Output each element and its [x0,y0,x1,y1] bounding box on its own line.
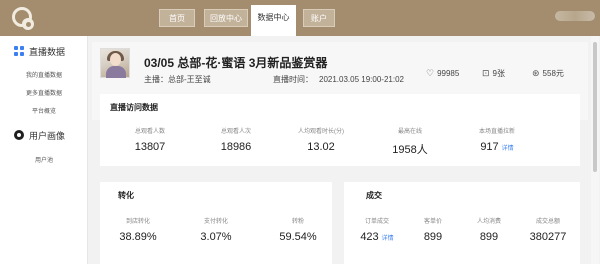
metric-value: 59.54% [279,231,317,243]
live-time-label: 直播时间： [273,75,313,84]
likes-value: 99985 [437,68,460,78]
section-title: 转化 [118,191,134,200]
orders-details-link[interactable]: 详情 [382,236,394,242]
tab-account[interactable]: 账户 [303,9,335,27]
top-nav-bar: 首页 回放中心 数据中心 账户 [0,0,600,36]
metric-new-users: 本场直播拉新 917 详情 [462,126,532,153]
metric-label: 最高在线 [397,129,422,135]
sidebar-item-user-pool[interactable]: 用户池 [0,155,88,164]
metric-total-views: 总观看人次 18986 [206,126,266,153]
metric-total-sales: 成交总额 380277 [520,216,576,243]
sidebar-section-live-data[interactable]: 直播数据 [14,44,65,58]
sidebar-item-platform-overview[interactable]: 平台概览 [0,106,88,115]
metric-value: 899 [423,231,443,243]
section-title: 直播访问数据 [110,103,158,112]
sidebar: 直播数据 我的直播数据 更多直播数据 平台概览 用户画像 用户池 [0,36,88,264]
thumbnail-body [106,66,126,78]
live-time: 直播时间： 2021.03.05 19:00-21:02 [273,74,404,85]
metric-avg-spend: 人均消费 899 [466,216,512,243]
metric-orders: 订单成交 423 详情 [352,216,402,243]
host-label: 主播：总部-王至诚 [144,75,211,84]
metric-unit-price: 客单价 899 [410,216,456,243]
sales-stat: ⊛ 558元 [532,67,564,79]
sidebar-item-more-live-data[interactable]: 更多直播数据 [0,88,88,97]
metric-value: 3.07% [200,231,232,243]
metric-label: 转粉 [291,219,304,225]
user-account-menu[interactable] [555,11,595,21]
product-icon: ⊡ [482,67,490,78]
thumbnail-face [110,53,121,66]
metric-label: 订单成交 [364,219,389,225]
brand-logo[interactable] [8,3,38,33]
heart-icon: ♡ [426,67,435,78]
sidebar-section-label: 直播数据 [29,46,66,57]
money-icon: ⊛ [532,67,540,78]
live-time-value: 2021.03.05 19:00-21:02 [319,75,404,84]
metric-value-row: 917 详情 [462,141,532,153]
sidebar-section-user-profile[interactable]: 用户画像 [14,128,65,142]
likes-stat: ♡ 99985 [426,67,459,79]
user-icon [14,130,24,140]
metric-store-conversion: 到店转化 38.89% [108,216,168,243]
products-stat: ⊡ 9张 [482,67,505,79]
live-title: 03/05 总部-花·蜜语 3月新品鉴赏器 [144,56,328,70]
new-users-details-link[interactable]: 详情 [502,146,514,152]
tab-home[interactable]: 首页 [159,9,195,27]
metric-value: 1958人 [392,144,428,156]
tab-data-center[interactable]: 数据中心 [251,5,296,36]
metric-label: 人均消费 [476,219,501,225]
metric-label: 支付转化 [203,219,228,225]
metric-label: 总观看人数 [134,129,165,135]
scrollbar-thumb[interactable] [593,42,597,172]
metric-value: 18986 [220,141,252,153]
metric-label: 到店转化 [125,219,150,225]
metric-value-row: 423 详情 [352,231,402,243]
sales-value: 558元 [542,68,564,78]
metric-fan-conversion: 转粉 59.54% [268,216,328,243]
metric-total-viewers: 总观看人数 13807 [120,126,180,153]
grid-icon [14,46,24,56]
sidebar-section-label: 用户画像 [29,130,66,141]
main-content: 03/05 总部-花·蜜语 3月新品鉴赏器 主播：总部-王至诚 直播时间： 202… [92,36,588,264]
metric-avg-watch-time: 人均观看时长(分) 13.02 [283,126,359,153]
metric-value: 917 [480,141,499,153]
metric-value: 423 [360,231,379,243]
live-visit-data-card: 直播访问数据 总观看人数 13807 总观看人次 18986 人均观看时长(分)… [100,94,580,166]
metric-peak-online: 最高在线 1958人 [380,126,440,157]
metric-label: 客单价 [423,219,442,225]
section-title: 成交 [366,191,382,200]
metric-label: 总观看人次 [220,129,251,135]
products-value: 9张 [492,68,505,78]
metric-label: 本场直播拉新 [478,129,515,135]
metric-value: 13.02 [307,141,335,153]
deal-card: 成交 订单成交 423 详情 客单价 899 人均消费 899 成交总额 3802… [344,182,580,264]
metric-label: 人均观看时长(分) [298,129,344,135]
metric-value: 899 [479,231,499,243]
sidebar-item-my-live-data[interactable]: 我的直播数据 [0,70,88,79]
tab-playback-center[interactable]: 回放中心 [204,9,248,27]
logo-dot-inner [26,22,31,27]
metric-payment-conversion: 支付转化 3.07% [186,216,246,243]
metric-value: 380277 [529,231,567,243]
metric-value: 38.89% [119,231,157,243]
live-cover-thumbnail[interactable] [100,48,130,78]
metric-label: 成交总额 [535,219,560,225]
metric-value: 13807 [134,141,166,153]
conversion-card: 转化 到店转化 38.89% 支付转化 3.07% 转粉 59.54% [100,182,332,264]
